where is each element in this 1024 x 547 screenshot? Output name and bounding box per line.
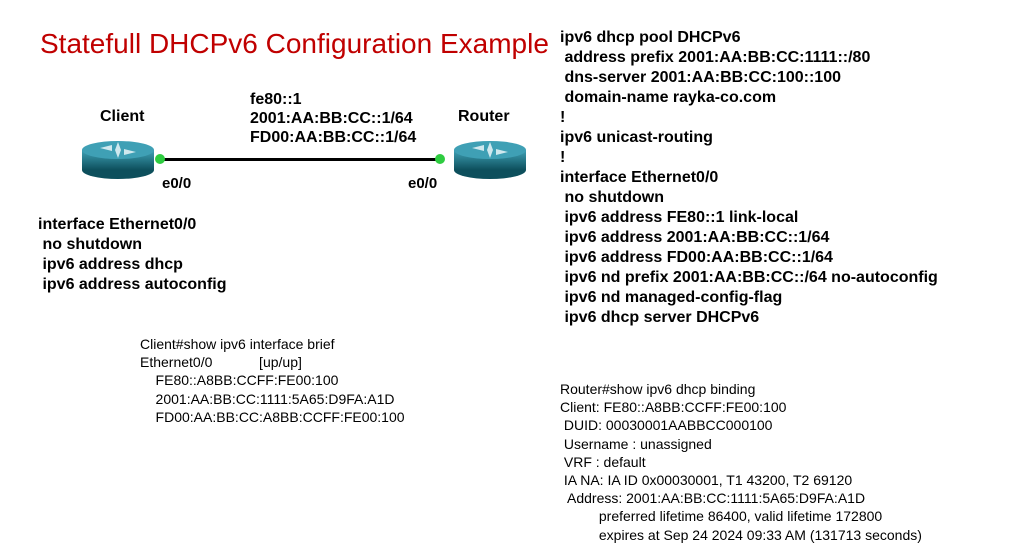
client-interface-label: e0/0 [162, 175, 191, 192]
router-port-dot [435, 154, 445, 164]
router-config-block: ipv6 dhcp pool DHCPv6 address prefix 200… [560, 28, 938, 328]
client-config-block: interface Ethernet0/0 no shutdown ipv6 a… [38, 215, 226, 295]
client-label: Client [100, 108, 144, 126]
router-label: Router [458, 108, 510, 126]
link-addresses: fe80::1 2001:AA:BB:CC::1/64 FD00:AA:BB:C… [250, 90, 416, 148]
client-router-icon [78, 132, 158, 180]
router-show-output: Router#show ipv6 dhcp binding Client: FE… [560, 380, 922, 544]
client-show-output: Client#show ipv6 interface brief Etherne… [140, 335, 405, 426]
page-title: Statefull DHCPv6 Configuration Example [40, 28, 549, 60]
client-port-dot [155, 154, 165, 164]
router-interface-label: e0/0 [408, 175, 437, 192]
server-router-icon [450, 132, 530, 180]
network-link [160, 158, 440, 161]
